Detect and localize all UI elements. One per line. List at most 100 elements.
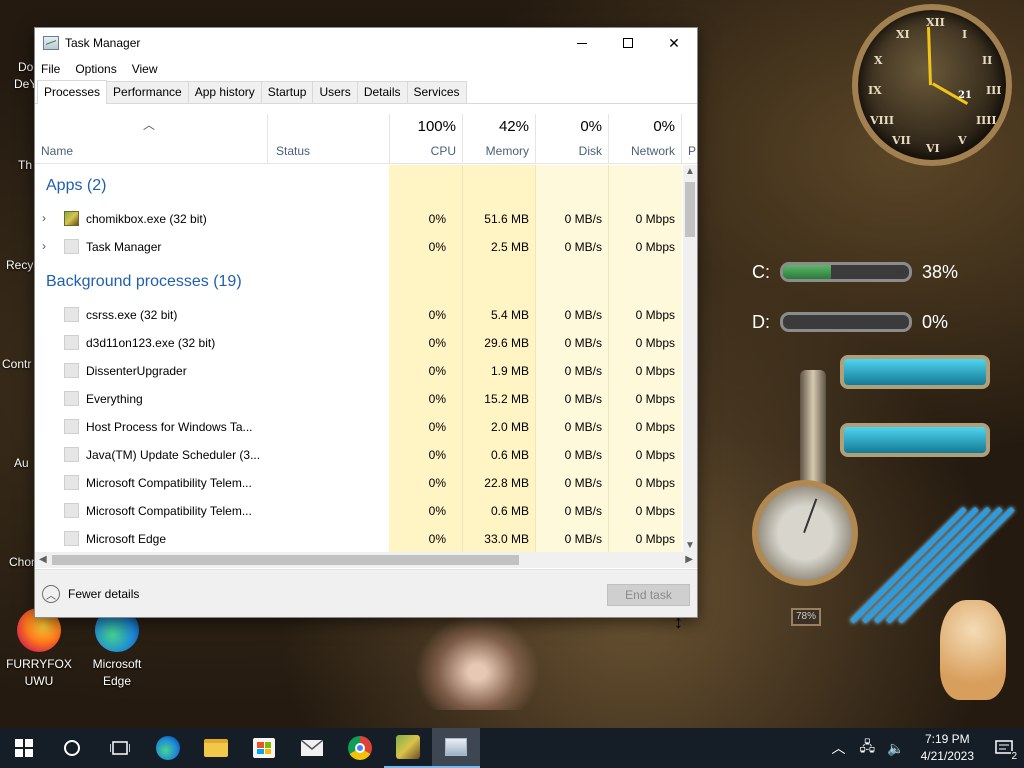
horizontal-scroll-thumb[interactable] <box>52 555 519 565</box>
table-row[interactable]: Everything 0% 15.2 MB 0 MB/s 0 Mbps <box>35 385 682 413</box>
drive-label: D: <box>752 311 770 332</box>
memory-value: 51.6 MB <box>484 212 529 226</box>
process-name: Java(TM) Update Scheduler (3... <box>86 448 261 462</box>
network-value: 0 Mbps <box>635 532 675 546</box>
footer-bar: ︿ Fewer details End task <box>35 569 697 617</box>
process-name: Everything <box>86 392 143 406</box>
clock-numeral: X <box>874 54 883 67</box>
memory-value: 5.4 MB <box>490 308 529 322</box>
table-row[interactable]: Microsoft Compatibility Telem... 0% 0.6 … <box>35 497 682 525</box>
table-row[interactable]: d3d11on123.exe (32 bit) 0% 29.6 MB 0 MB/… <box>35 329 682 357</box>
taskbar-chrome[interactable] <box>336 728 384 768</box>
gauge-needle <box>803 498 818 533</box>
vertical-scroll-thumb[interactable] <box>685 182 695 237</box>
desktop-icon-furryfox[interactable]: FURRYFOX UWU <box>4 608 74 690</box>
close-button[interactable]: ✕ <box>651 28 697 58</box>
scroll-up-icon[interactable]: ▲ <box>683 166 697 177</box>
start-button[interactable] <box>0 728 48 768</box>
desktop-icon-label-cropped[interactable]: Recy <box>6 258 33 272</box>
table-row[interactable]: › chomikbox.exe (32 bit) 0% 51.6 MB 0 MB… <box>35 205 682 233</box>
taskbar-store[interactable] <box>240 728 288 768</box>
notification-center-button[interactable]: 2 <box>984 728 1024 768</box>
menu-view[interactable]: View <box>132 62 158 76</box>
process-icon <box>64 391 79 406</box>
column-header-status[interactable]: Status <box>267 114 389 164</box>
edge-icon <box>156 736 180 760</box>
expand-chevron-icon[interactable]: › <box>42 211 46 225</box>
column-header-disk[interactable]: 0% Disk <box>535 114 608 164</box>
table-row[interactable]: Microsoft Compatibility Telem... 0% 22.8… <box>35 469 682 497</box>
volume-muted-icon[interactable]: 🔈 <box>887 740 904 757</box>
tab-processes[interactable]: Processes <box>37 80 108 104</box>
desktop-icon-label-cropped[interactable]: Th <box>18 158 32 172</box>
hamster-widget[interactable] <box>940 600 1006 700</box>
title-bar[interactable]: Task Manager ✕ <box>35 28 697 58</box>
fewer-details-label: Fewer details <box>68 587 140 601</box>
steampunk-clock-widget: XII I II III IIII V VI VII VIII IX X XI … <box>852 4 1012 166</box>
menu-options[interactable]: Options <box>75 62 116 76</box>
horizontal-scrollbar[interactable]: ◀ ▶ <box>35 552 697 568</box>
end-task-button[interactable]: End task <box>607 584 690 606</box>
folder-icon <box>204 739 228 757</box>
taskbar-file-explorer[interactable] <box>192 728 240 768</box>
clock-numeral: VI <box>926 142 940 155</box>
expand-chevron-icon[interactable]: › <box>42 239 46 253</box>
table-row[interactable]: › Task Manager 0% 2.5 MB 0 MB/s 0 Mbps <box>35 233 682 261</box>
tab-users[interactable]: Users <box>312 81 358 103</box>
task-manager-icon <box>43 36 59 50</box>
task-view-icon <box>110 741 130 755</box>
table-row[interactable]: Java(TM) Update Scheduler (3... 0% 0.6 M… <box>35 441 682 469</box>
menu-file[interactable]: File <box>41 62 60 76</box>
minimize-button[interactable] <box>559 28 605 58</box>
task-view-button[interactable] <box>96 728 144 768</box>
desktop-icon-label-cropped[interactable]: Do <box>18 60 33 74</box>
cpu-value: 0% <box>428 308 446 322</box>
search-button[interactable] <box>48 728 96 768</box>
clock-numeral: I <box>962 28 968 41</box>
table-row[interactable]: DissenterUpgrader 0% 1.9 MB 0 MB/s 0 Mbp… <box>35 357 682 385</box>
scroll-right-icon[interactable]: ▶ <box>685 552 693 568</box>
tab-startup[interactable]: Startup <box>260 81 314 103</box>
close-icon: ✕ <box>668 34 680 51</box>
network-value: 0 Mbps <box>635 336 675 350</box>
table-row[interactable]: csrss.exe (32 bit) 0% 5.4 MB 0 MB/s 0 Mb… <box>35 301 682 329</box>
network-value: 0 Mbps <box>635 364 675 378</box>
wallpaper-hand-art <box>415 615 540 710</box>
tray-date: 4/21/2023 <box>920 749 974 763</box>
notification-icon <box>995 740 1013 754</box>
maximize-button[interactable] <box>605 28 651 58</box>
scroll-left-icon[interactable]: ◀ <box>39 552 47 568</box>
column-header-network[interactable]: 0% Network <box>608 114 681 164</box>
column-header-memory[interactable]: 42% Memory <box>462 114 535 164</box>
table-row[interactable]: Microsoft Edge 0% 33.0 MB 0 MB/s 0 Mbps <box>35 525 682 552</box>
taskbar-edge[interactable] <box>144 728 192 768</box>
desktop-icon-label-cropped[interactable]: Contr <box>2 357 31 371</box>
taskbar-mail[interactable] <box>288 728 336 768</box>
drive-usage-bar <box>780 312 912 332</box>
vertical-scrollbar[interactable]: ▲ ▼ <box>683 165 697 552</box>
tab-details[interactable]: Details <box>356 81 408 103</box>
fewer-details-button[interactable]: ︿ Fewer details <box>42 585 139 603</box>
chevron-up-icon[interactable]: ︿ <box>832 738 846 758</box>
tab-app-history[interactable]: App history <box>187 81 262 103</box>
task-manager-window[interactable]: Task Manager ✕ File Options View Process… <box>34 27 698 618</box>
scroll-down-icon[interactable]: ▼ <box>683 540 697 551</box>
tab-performance[interactable]: Performance <box>106 81 189 103</box>
coolant-tank <box>840 423 990 457</box>
desktop-icon-label: Microsoft Edge <box>92 657 142 688</box>
table-row[interactable]: Host Process for Windows Ta... 0% 2.0 MB… <box>35 413 682 441</box>
column-header-name[interactable]: Name <box>35 114 267 164</box>
network-icon[interactable]: 🖧 <box>860 736 876 760</box>
desktop-icon-edge[interactable]: Microsoft Edge <box>82 608 152 690</box>
energy-rod <box>850 506 967 624</box>
column-header-power-cropped[interactable]: P <box>681 114 697 164</box>
taskbar-chomikbox[interactable] <box>384 728 432 768</box>
tray-clock[interactable]: 7:19 PM 4/21/2023 <box>921 731 974 765</box>
disk-value: 0 MB/s <box>564 532 602 546</box>
desktop-icon-label-cropped[interactable]: Au <box>14 456 29 470</box>
tab-services[interactable]: Services <box>406 81 467 103</box>
taskbar-task-manager[interactable] <box>432 728 480 768</box>
column-header-cpu[interactable]: 100% CPU <box>389 114 462 164</box>
network-value: 0 Mbps <box>635 420 675 434</box>
process-name: Microsoft Compatibility Telem... <box>86 504 252 518</box>
